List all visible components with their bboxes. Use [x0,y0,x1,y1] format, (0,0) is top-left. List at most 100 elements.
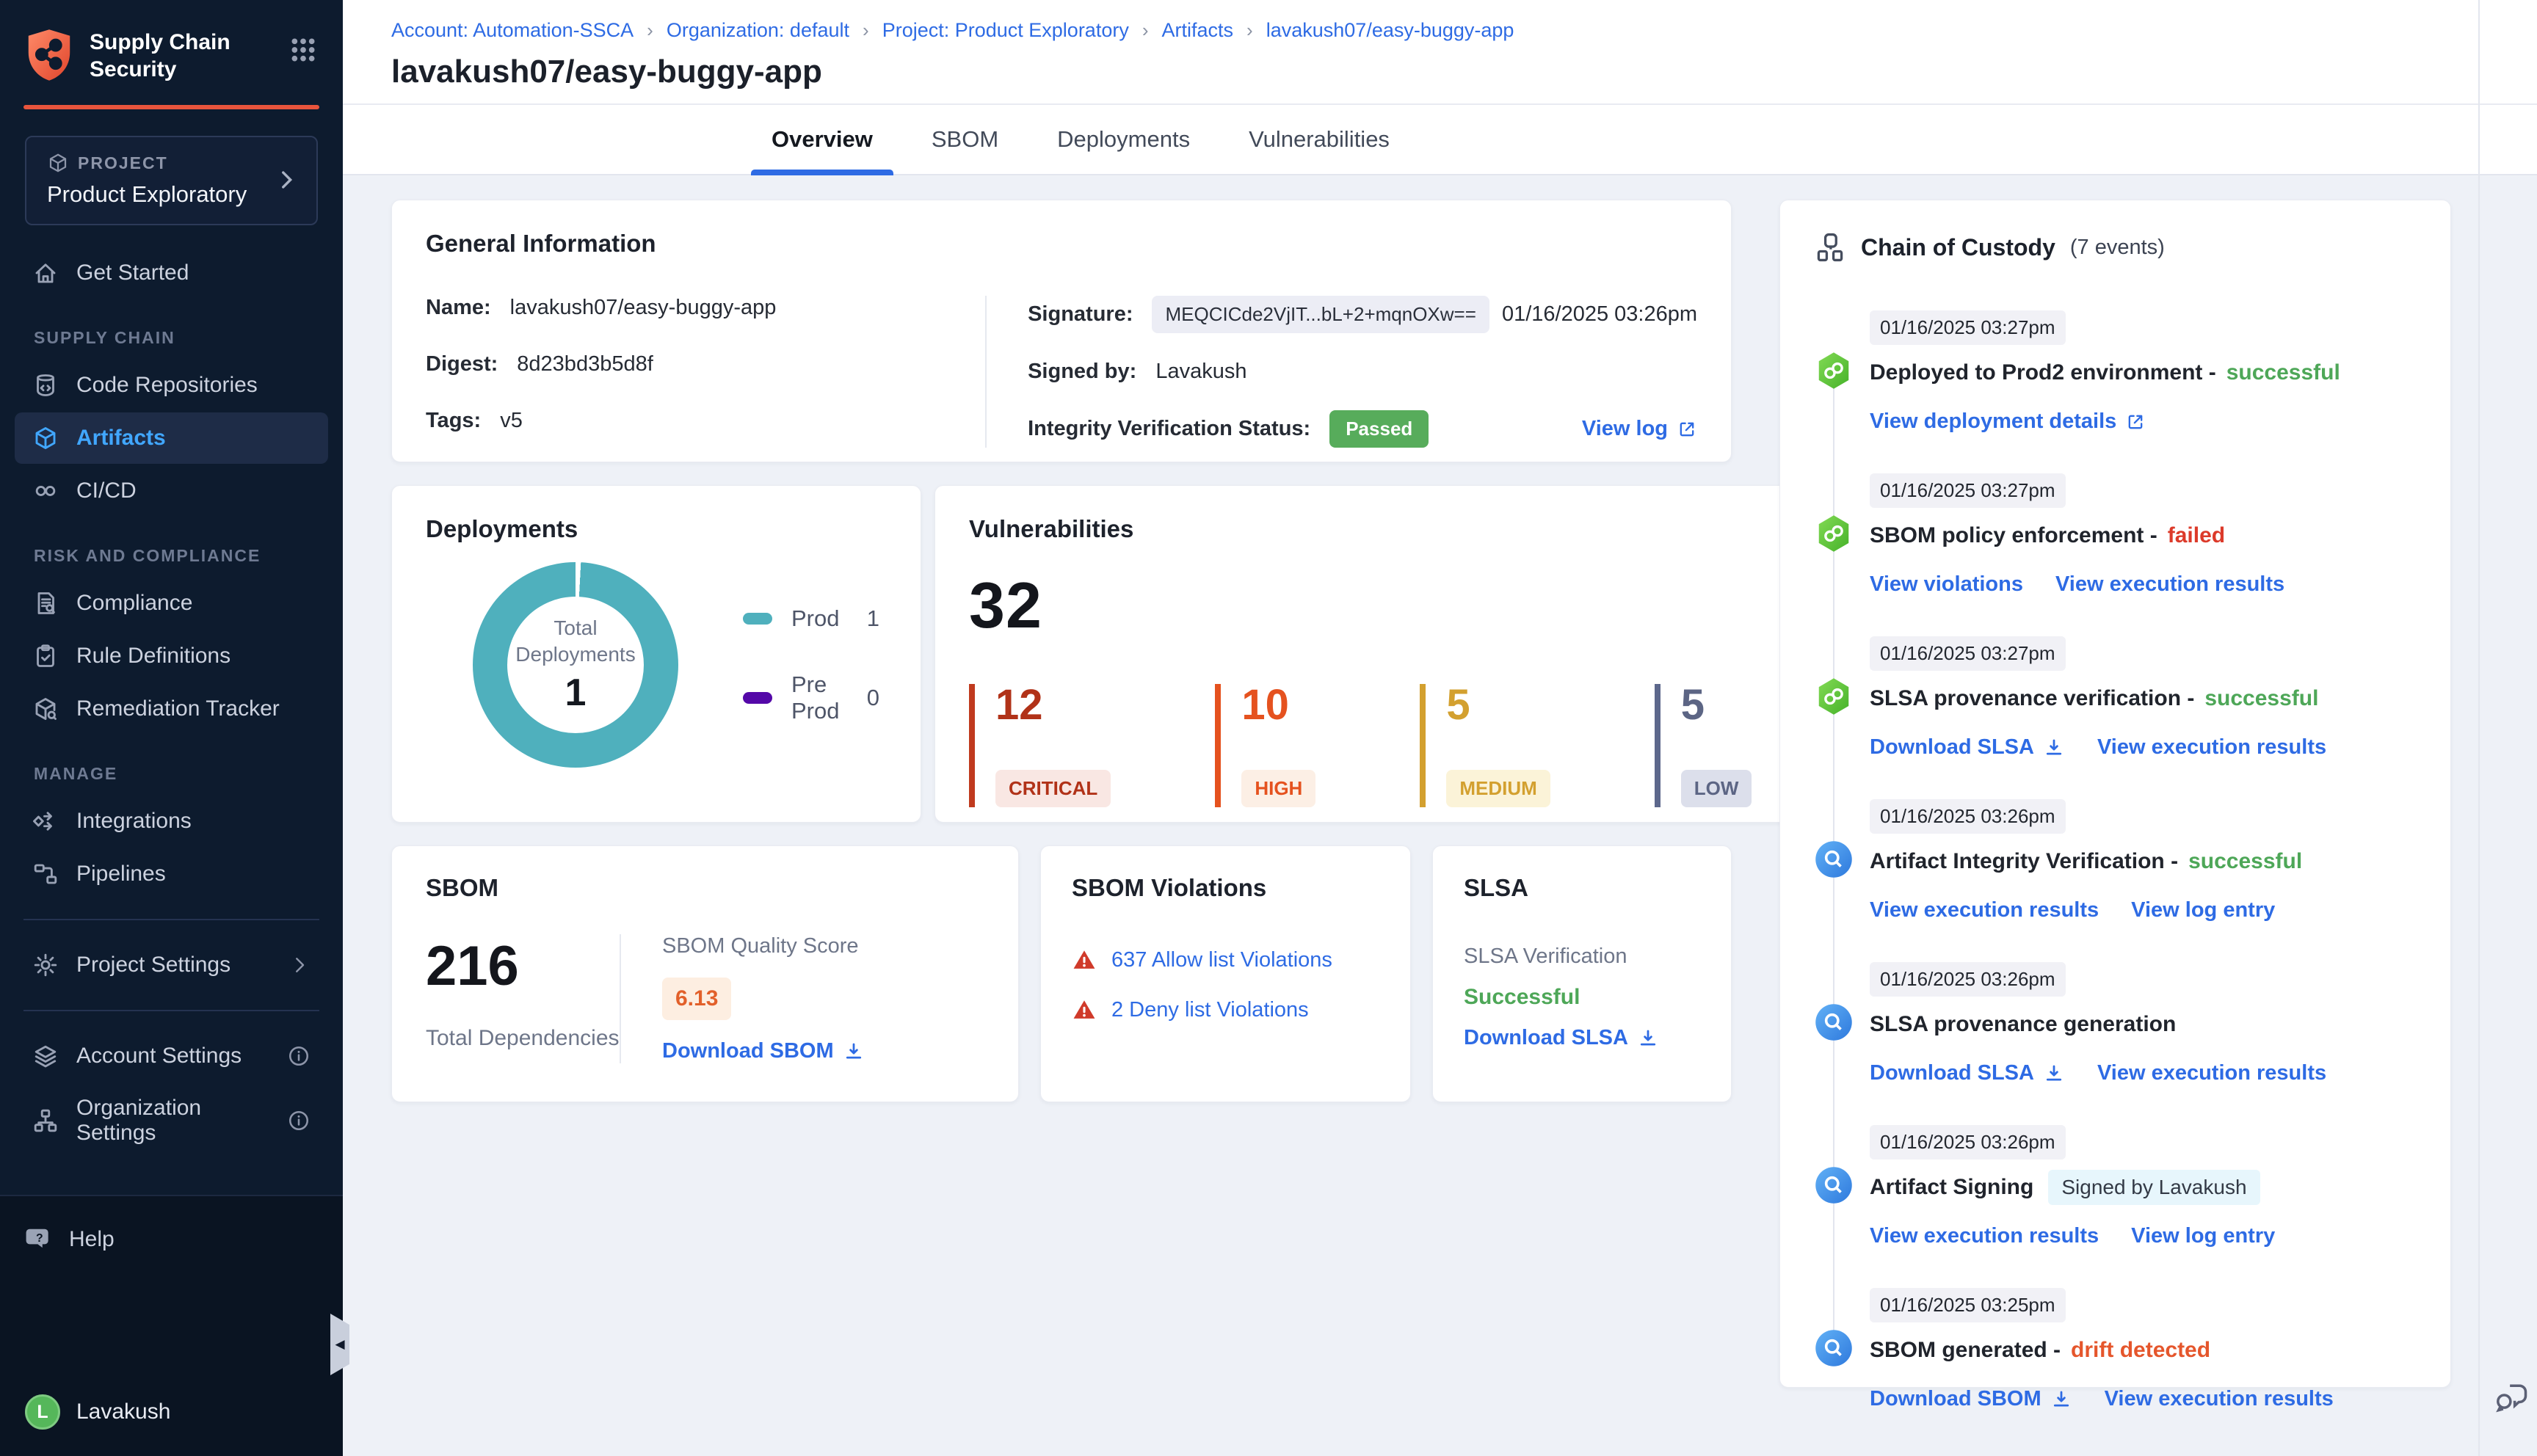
breadcrumb-item[interactable]: Artifacts [1162,19,1234,42]
donut-center-label: Total Deployments [515,616,636,666]
avatar: L [25,1394,60,1430]
name-label: Name: [426,296,491,319]
severity-count: 12 [995,681,1043,729]
download-icon [2050,1388,2072,1410]
project-selector[interactable]: PROJECT Product Exploratory [25,136,318,226]
deployments-card: Deployments Total Deployments 1 Prod 1 Pre… [391,485,921,823]
sbom-quality-score-label: SBOM Quality Score [662,934,859,958]
signature-label: Signature: [1028,302,1133,326]
page-title: lavakush07/easy-buggy-app [391,54,822,90]
severity-breakdown: 12 CRITICAL 10 HIGH 5 MEDIUM 5 LOW [969,684,1856,807]
project-label: PROJECT [78,153,168,172]
download-slsa-link[interactable]: Download SLSA [1464,1026,1700,1050]
deployments-title: Deployments [426,515,578,542]
user-name: Lavakush [76,1399,171,1424]
download-icon [1640,1030,1656,1045]
violation-link[interactable]: 2 Deny list Violations [1111,998,1309,1022]
severity-medium: 5 MEDIUM [1420,684,1550,807]
severity-badge: HIGH [1241,770,1316,807]
view-deployment-details-link[interactable]: View deployment details [1870,410,2146,434]
help-button[interactable]: ? Help [25,1226,318,1253]
clipboard-check-icon [32,643,59,669]
event-title: SLSA provenance generation [1870,1012,2177,1036]
event-title: Artifact Integrity Verification - [1870,849,2179,873]
sidebar-item-label: Project Settings [76,953,231,978]
pipeline-step-icon [1814,677,1854,716]
external-link-icon [1680,422,1694,436]
slsa-verification-status: Successful [1464,985,1580,1009]
sidebar-item-account-settings[interactable]: Account Settings [15,1030,328,1082]
sidebar-item-ci-cd[interactable]: CI/CD [15,465,328,517]
chevron-right-icon [274,167,299,192]
scan-step-icon [1814,1328,1854,1368]
help-chat-icon: ? [25,1226,53,1253]
violation-link[interactable]: 637 Allow list Violations [1111,948,1332,972]
scan-step-icon [1814,1165,1854,1205]
view-log-link[interactable]: View log [1582,417,1697,441]
sidebar-item-remediation-tracker[interactable]: Remediation Tracker [15,683,328,735]
sbom-title: SBOM [426,874,498,901]
sidebar-item-get-started[interactable]: Get Started [15,247,328,299]
nav-divider [23,919,319,921]
view-execution-results-link[interactable]: View execution results [2105,1387,2334,1411]
view-execution-results-link[interactable]: View execution results [1870,898,2099,922]
severity-count: 5 [1446,681,1470,729]
sidebar-item-label: Get Started [76,261,189,285]
tab-deployments[interactable]: Deployments [1037,105,1211,174]
sbom-total-dependencies-label: Total Dependencies [426,1026,620,1050]
view-execution-results-link[interactable]: View execution results [2097,1061,2326,1085]
app-switcher-grid-icon[interactable] [288,35,318,65]
sbom-card: SBOM 216 Total Dependencies SBOM Quality… [391,845,1019,1102]
scan-step-icon [1814,840,1854,879]
tab-vulnerabilities[interactable]: Vulnerabilities [1228,105,1410,174]
view-execution-results-link[interactable]: View execution results [2097,735,2326,760]
view-execution-results-link[interactable]: View execution results [2055,572,2284,597]
breadcrumb-separator: › [863,19,869,41]
sidebar-item-pipelines[interactable]: Pipelines [15,848,328,900]
sidebar-item-project-settings[interactable]: Project Settings [15,939,328,991]
legend-item-prod: Prod 1 [743,605,879,632]
sbom-violations-card: SBOM Violations 637 Allow list Violation… [1040,845,1411,1102]
user-menu[interactable]: L Lavakush [25,1394,318,1434]
infinity-icon [32,478,59,504]
chevron-right-icon [288,954,311,976]
severity-low: 5 LOW [1654,684,1752,807]
chain-event-7: 01/16/2025 03:25pm SBOM generated - drif… [1814,1288,2417,1411]
warning-triangle-icon [1072,947,1097,972]
slsa-verification-label: SLSA Verification [1464,944,1627,968]
view-log-entry-link[interactable]: View log entry [2131,898,2275,922]
tab-sbom[interactable]: SBOM [911,105,1019,174]
chain-events-timeline: 01/16/2025 03:27pm Deployed to Prod2 env… [1814,310,2417,1411]
sidebar-item-organization-settings[interactable]: Organization Settings [15,1083,328,1158]
feedback-chat-icon[interactable] [2492,1378,2530,1416]
view-violations-link[interactable]: View violations [1870,572,2023,597]
sbom-quality-score-value: 6.13 [662,978,732,1020]
breadcrumb-item[interactable]: Account: Automation-SSCA [391,19,634,42]
download-sbom-link[interactable]: Download SBOM [1870,1387,2072,1411]
sidebar-item-artifacts[interactable]: Artifacts [15,412,328,465]
breadcrumb-item[interactable]: Project: Product Exploratory [882,19,1129,42]
sidebar-item-rule-definitions[interactable]: Rule Definitions [15,630,328,682]
chain-event-1: 01/16/2025 03:27pm Deployed to Prod2 env… [1814,310,2417,434]
sidebar-item-compliance[interactable]: Compliance [15,578,328,629]
breadcrumb-item[interactable]: Organization: default [667,19,849,42]
chain-of-custody-title: Chain of Custody [1861,233,2055,261]
sidebar-item-label: Pipelines [76,862,166,887]
pipelines-icon [32,861,59,887]
download-sbom-link[interactable]: Download SBOM [662,1039,865,1063]
project-cube-icon [47,152,69,174]
view-execution-results-link[interactable]: View execution results [1870,1224,2099,1248]
violation-row: 2 Deny list Violations [1072,997,1379,1022]
deployments-legend: Prod 1 Pre Prod 0 [743,605,887,724]
page-edge-divider [2478,0,2480,1456]
download-slsa-link[interactable]: Download SLSA [1870,735,2065,760]
event-status: successful [2188,849,2303,873]
tab-overview[interactable]: Overview [751,105,893,175]
breadcrumb-item[interactable]: lavakush07/easy-buggy-app [1266,19,1514,42]
breadcrumb-separator: › [1142,19,1149,41]
sidebar-item-integrations[interactable]: Integrations [15,796,328,847]
view-log-entry-link[interactable]: View log entry [2131,1224,2275,1248]
severity-badge: CRITICAL [995,770,1111,807]
download-slsa-link[interactable]: Download SLSA [1870,1061,2065,1085]
sidebar-item-code-repositories[interactable]: Code Repositories [15,360,328,411]
